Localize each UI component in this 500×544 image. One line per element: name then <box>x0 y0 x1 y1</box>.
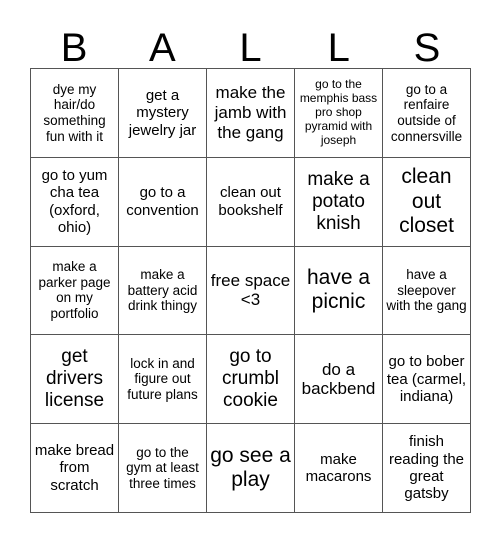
bingo-grid: dye my hair/do something fun with it get … <box>30 68 471 513</box>
bingo-cell-label: go to crumbl cookie <box>221 346 279 412</box>
bingo-cell[interactable]: make a parker page on my portfolio <box>31 246 119 336</box>
bingo-cell[interactable]: go to a convention <box>119 157 207 247</box>
bingo-cell[interactable]: go to the memphis bass pro shop pyramid … <box>295 69 383 158</box>
bingo-cell-label: go to a renfaire outside of connersville <box>390 81 463 144</box>
bingo-cell-label: make macarons <box>305 450 372 486</box>
bingo-cell-label: lock in and figure out future plans <box>127 355 198 403</box>
bingo-cell[interactable]: dye my hair/do something fun with it <box>31 69 119 158</box>
bingo-cell-label: go see a play <box>210 443 291 492</box>
bingo-header-letter-1: A <box>148 26 176 70</box>
bingo-cell-label: make a battery acid drink thingy <box>127 267 198 314</box>
bingo-cell-label: clean out closet <box>399 165 454 237</box>
bingo-cell[interactable]: clean out bookshelf <box>207 157 295 247</box>
bingo-cell[interactable]: make the jamb with the gang <box>207 69 295 158</box>
bingo-header-letter-4: S <box>413 26 441 70</box>
bingo-cell[interactable]: do a backbend <box>295 335 383 425</box>
bingo-cell-label: finish reading the great gatsby <box>388 433 465 503</box>
bingo-cell-label: get a mystery jewelry jar <box>128 86 197 139</box>
bingo-cell[interactable]: make macarons <box>295 424 383 513</box>
bingo-header-letter-0: B <box>60 26 88 70</box>
bingo-cell[interactable]: finish reading the great gatsby <box>383 424 471 513</box>
bingo-header-row: BALLS <box>30 14 471 68</box>
bingo-cell-label: go to the memphis bass pro shop pyramid … <box>299 77 378 147</box>
bingo-cell[interactable]: make a potato knish <box>295 157 383 247</box>
bingo-cell-label: make a potato knish <box>307 168 370 234</box>
bingo-cell-label: have a picnic <box>306 266 371 314</box>
bingo-cell-label: do a backbend <box>301 359 376 399</box>
bingo-cell-label: free space <3 <box>210 270 291 310</box>
bingo-cell-label: dye my hair/do something fun with it <box>43 81 106 144</box>
bingo-cell[interactable]: make bread from scratch <box>31 424 119 513</box>
bingo-cell[interactable]: get drivers license <box>31 335 119 425</box>
bingo-cell-label: get drivers license <box>44 346 105 412</box>
bingo-cell[interactable]: have a sleepover with the gang <box>383 246 471 336</box>
bingo-cell[interactable]: make a battery acid drink thingy <box>119 246 207 336</box>
bingo-cell-label: make the jamb with the gang <box>214 83 287 142</box>
bingo-cell[interactable]: lock in and figure out future plans <box>119 335 207 425</box>
bingo-cell[interactable]: get a mystery jewelry jar <box>119 69 207 158</box>
bingo-cell[interactable]: clean out closet <box>383 157 471 247</box>
bingo-cell-label: have a sleepover with the gang <box>386 267 467 314</box>
bingo-card: B A L L S dye my hair/do something fun with … <box>0 0 500 544</box>
bingo-cell-label: go to yum cha tea (oxford, ohio) <box>41 166 108 237</box>
bingo-header-letter-2: L <box>239 26 262 70</box>
bingo-cell-label: go to bober tea (carmel, indiana) <box>386 353 467 405</box>
bingo-cell[interactable]: go to crumbl cookie <box>207 335 295 425</box>
bingo-cell[interactable]: go to a renfaire outside of connersville <box>383 69 471 158</box>
bingo-cell-label: go to the gym at least three times <box>126 444 199 491</box>
bingo-cell-label: clean out bookshelf <box>218 184 283 219</box>
bingo-header-letter-3: L <box>327 26 350 70</box>
bingo-cell[interactable]: go to bober tea (carmel, indiana) <box>383 335 471 425</box>
bingo-cell[interactable]: go see a play <box>207 424 295 513</box>
bingo-cell-label: make a parker page on my portfolio <box>38 259 111 322</box>
bingo-cell[interactable]: free space <3 <box>207 246 295 336</box>
bingo-cell-label: go to a convention <box>126 184 199 219</box>
bingo-cell[interactable]: go to yum cha tea (oxford, ohio) <box>31 157 119 247</box>
bingo-cell[interactable]: go to the gym at least three times <box>119 424 207 513</box>
bingo-cell[interactable]: have a picnic <box>295 246 383 336</box>
bingo-cell-label: make bread from scratch <box>34 442 115 494</box>
